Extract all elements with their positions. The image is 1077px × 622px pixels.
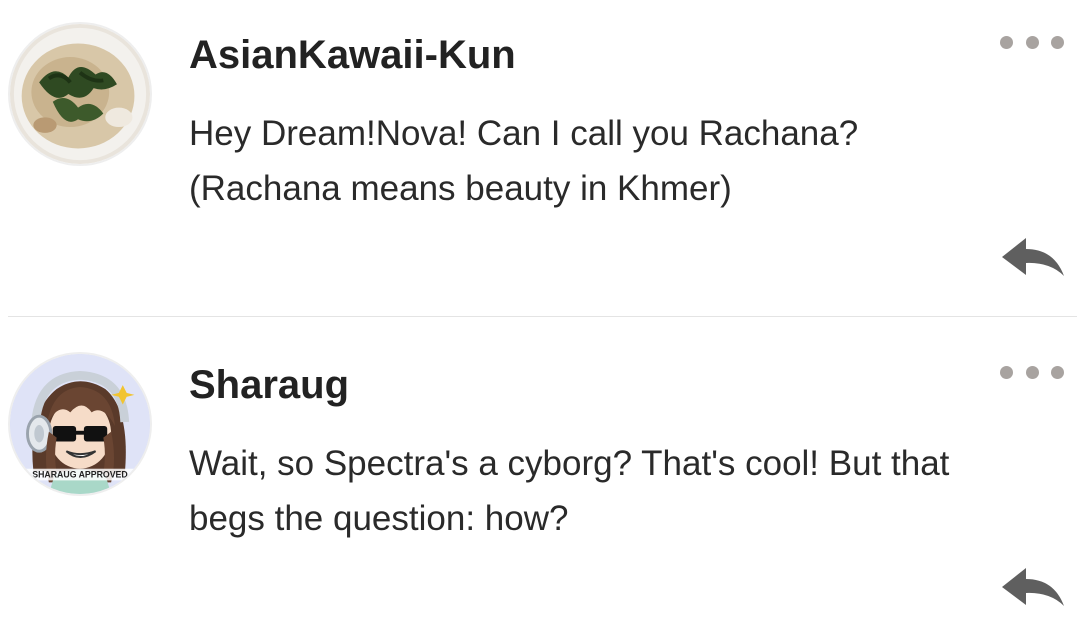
avatar[interactable] [8, 22, 152, 166]
comment-item: AsianKawaii-Kun Hey Dream!Nova! Can I ca… [0, 0, 1077, 316]
more-options-icon [1025, 35, 1039, 49]
comment-text-line: Wait, so Spectra's a cyborg? That's cool… [189, 444, 950, 483]
food-photo-avatar-image [10, 24, 150, 164]
more-options-icon [1000, 35, 1013, 49]
reply-icon [1002, 238, 1064, 276]
comment-item: SHARAUG APPROVED Sharaug Wait, so Spectr… [0, 317, 1077, 622]
anime-character-avatar-image: SHARAUG APPROVED [10, 354, 150, 494]
more-options-button[interactable] [1000, 30, 1064, 54]
reply-button[interactable] [1000, 234, 1066, 280]
comment-username[interactable]: Sharaug [189, 363, 349, 408]
comment-text: Wait, so Spectra's a cyborg? That's cool… [189, 436, 1049, 546]
comment-username[interactable]: AsianKawaii-Kun [189, 33, 516, 78]
more-options-icon [1025, 365, 1039, 379]
more-options-icon [1051, 35, 1064, 49]
avatar[interactable]: SHARAUG APPROVED [8, 352, 152, 496]
reply-icon [1002, 568, 1064, 606]
comment-text-line: Hey Dream!Nova! Can I call you Rachana? [189, 114, 859, 153]
reply-button[interactable] [1000, 564, 1066, 610]
more-options-button[interactable] [1000, 360, 1064, 384]
comment-text-line: (Rachana means beauty in Khmer) [189, 169, 732, 208]
more-options-icon [1000, 365, 1013, 379]
comment-text-line: begs the question: how? [189, 499, 569, 538]
comment-text: Hey Dream!Nova! Can I call you Rachana? … [189, 106, 1049, 216]
more-options-icon [1051, 365, 1064, 379]
avatar-caption: SHARAUG APPROVED [32, 469, 127, 479]
